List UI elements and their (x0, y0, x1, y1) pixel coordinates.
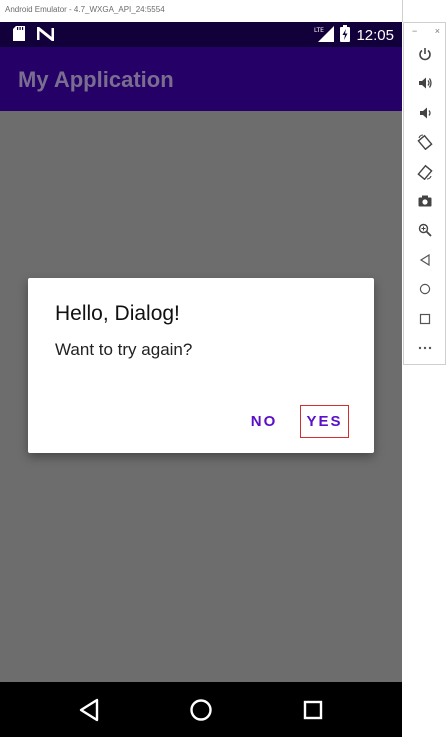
dialog-message: Want to try again? (55, 340, 193, 359)
nav-recents-icon[interactable] (298, 695, 328, 725)
status-bar: LTE 12:05 (0, 22, 402, 47)
volume-down-icon[interactable] (415, 103, 435, 123)
dialog-yes-button[interactable]: YES (300, 405, 349, 438)
power-icon[interactable] (415, 44, 435, 64)
status-bar-right-icons: LTE 12:05 (314, 25, 394, 46)
rotate-left-icon[interactable] (415, 132, 435, 152)
more-icon[interactable] (415, 338, 435, 358)
camera-icon[interactable] (415, 191, 435, 211)
status-bar-left-icons (13, 24, 55, 45)
lte-signal-icon: LTE (314, 25, 335, 46)
status-bar-time: 12:05 (356, 27, 394, 44)
svg-text:LTE: LTE (314, 27, 324, 34)
minimize-button[interactable]: − (412, 26, 417, 40)
emulator-toolbar: − × (403, 22, 446, 365)
app-bar: My Application (0, 47, 402, 111)
zoom-icon[interactable] (415, 220, 435, 240)
toolbar-window-controls: − × (412, 26, 440, 40)
back-icon[interactable] (415, 250, 435, 270)
home-icon[interactable] (415, 279, 435, 299)
app-bar-title: My Application (18, 67, 174, 92)
alert-dialog: Hello, Dialog! Want to try again? NO YES (28, 278, 374, 453)
nav-home-icon[interactable] (186, 695, 216, 725)
navigation-bar (0, 682, 402, 737)
rotate-right-icon[interactable] (415, 162, 435, 182)
volume-up-icon[interactable] (415, 73, 435, 93)
n-notification-icon (36, 24, 55, 45)
nav-back-icon[interactable] (74, 695, 104, 725)
dialog-no-button[interactable]: NO (232, 405, 296, 438)
battery-charging-icon (340, 25, 351, 46)
phone-screen: LTE 12:05 My Application Hello, Dialog! … (0, 22, 402, 737)
close-button[interactable]: × (435, 26, 440, 40)
emulator-window-titlebar: Android Emulator - 4.7_WXGA_API_24:5554 (0, 0, 403, 22)
sd-card-icon (13, 26, 25, 45)
dialog-title: Hello, Dialog! (55, 302, 180, 325)
emulator-window-title: Android Emulator - 4.7_WXGA_API_24:5554 (5, 5, 165, 14)
overview-icon[interactable] (415, 309, 435, 329)
emulator-root: Android Emulator - 4.7_WXGA_API_24:5554 … (0, 0, 447, 737)
